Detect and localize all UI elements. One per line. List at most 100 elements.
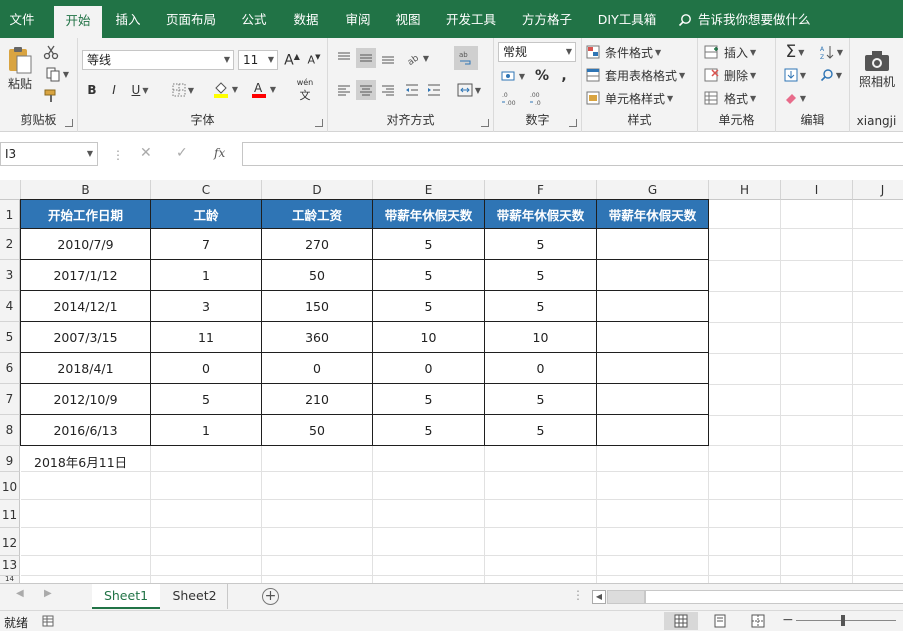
font-name-select[interactable]: 等线 ▼ xyxy=(82,50,234,70)
row-header-1[interactable]: 1 xyxy=(0,200,20,229)
table-cell[interactable] xyxy=(596,383,709,415)
sort-filter-button[interactable]: A Z ▼ xyxy=(816,42,846,62)
align-center-button[interactable] xyxy=(356,80,376,100)
alignment-launcher-icon[interactable] xyxy=(481,119,489,127)
normal-view-button[interactable] xyxy=(664,612,698,630)
sheet-tab-sheet1[interactable]: Sheet1 xyxy=(92,584,160,609)
increase-decimal-button[interactable]: .0.00 xyxy=(498,88,522,108)
fill-button[interactable]: ▼ xyxy=(780,65,810,85)
column-header-j[interactable]: J xyxy=(853,180,903,200)
align-left-button[interactable] xyxy=(334,80,354,100)
row-header-8[interactable]: 8 xyxy=(0,415,20,446)
accounting-format-button[interactable]: ▼ xyxy=(498,66,528,86)
header-cell-leave-days-f[interactable]: 带薪年休假天数 xyxy=(484,199,597,229)
row-header-4[interactable]: 4 xyxy=(0,291,20,322)
table-cell[interactable]: 5 xyxy=(484,290,597,322)
table-cell[interactable]: 0 xyxy=(372,352,485,384)
insert-function-button[interactable]: fx xyxy=(214,146,225,160)
tab-review[interactable]: 审阅 xyxy=(338,0,378,38)
percent-button[interactable]: % xyxy=(532,66,552,86)
decrease-font-button[interactable]: A▼ xyxy=(304,50,324,70)
cell-styles-button[interactable]: 单元格样式 ▼ xyxy=(586,88,694,108)
wrap-text-button[interactable]: ab xyxy=(454,46,478,70)
table-cell[interactable]: 50 xyxy=(261,259,373,291)
format-cells-button[interactable]: 格式 ▼ xyxy=(704,88,774,108)
scroll-left-icon[interactable]: ◀ xyxy=(592,590,606,604)
select-all-corner[interactable] xyxy=(0,180,21,200)
tab-split-grip-icon[interactable]: ⋮ xyxy=(572,588,584,602)
table-cell[interactable]: 1 xyxy=(150,414,262,446)
underline-button[interactable]: U ▼ xyxy=(126,80,154,100)
table-cell[interactable] xyxy=(596,352,709,384)
header-cell-leave-days-e[interactable]: 带薪年休假天数 xyxy=(372,199,485,229)
name-box[interactable]: I3 ▼ xyxy=(0,142,98,166)
format-painter-button[interactable] xyxy=(40,86,62,106)
autosum-button[interactable]: Σ ▼ xyxy=(780,42,810,62)
column-header-d[interactable]: D xyxy=(262,180,373,200)
table-cell[interactable] xyxy=(596,321,709,353)
tab-home[interactable]: 开始 xyxy=(54,6,102,38)
italic-button[interactable]: I xyxy=(104,80,124,100)
table-cell[interactable]: 3 xyxy=(150,290,262,322)
cancel-icon[interactable]: ✕ xyxy=(140,145,152,161)
tab-fangfanggezi[interactable]: 方方格子 xyxy=(516,0,578,38)
row-header-12[interactable]: 12 xyxy=(0,528,20,556)
tell-me-search[interactable]: 告诉我你想要做什么 xyxy=(678,0,811,38)
row-header-7[interactable]: 7 xyxy=(0,384,20,415)
table-cell[interactable]: 270 xyxy=(261,228,373,260)
row-header-14[interactable]: 14 xyxy=(0,576,20,583)
header-cell-leave-days-g[interactable]: 带薪年休假天数 xyxy=(596,199,709,229)
table-cell[interactable]: 10 xyxy=(484,321,597,353)
table-cell[interactable]: 2007/3/15 xyxy=(20,321,151,353)
tab-view[interactable]: 视图 xyxy=(388,0,428,38)
horizontal-scrollbar[interactable] xyxy=(645,590,903,604)
tab-developer[interactable]: 开发工具 xyxy=(440,0,502,38)
clipboard-launcher-icon[interactable] xyxy=(65,119,73,127)
column-header-f[interactable]: F xyxy=(485,180,597,200)
merge-center-button[interactable]: ▼ xyxy=(452,80,486,100)
header-cell-seniority-pay[interactable]: 工龄工资 xyxy=(261,199,373,229)
formula-input[interactable] xyxy=(242,142,903,166)
row-header-2[interactable]: 2 xyxy=(0,229,20,260)
clear-button[interactable]: ▼ xyxy=(780,88,810,108)
page-break-view-icon[interactable] xyxy=(751,614,765,628)
row-header-11[interactable]: 11 xyxy=(0,500,20,528)
add-sheet-icon[interactable]: + xyxy=(262,588,279,605)
table-cell[interactable] xyxy=(596,290,709,322)
table-cell[interactable]: 5 xyxy=(372,290,485,322)
fill-color-button[interactable]: ▼ xyxy=(208,78,242,100)
font-size-select[interactable]: 11 ▼ xyxy=(238,50,278,70)
column-header-b[interactable]: B xyxy=(21,180,151,200)
phonetic-button[interactable]: wén 文 xyxy=(290,78,320,102)
tab-formulas[interactable]: 公式 xyxy=(234,0,274,38)
row-header-10[interactable]: 10 xyxy=(0,472,20,500)
header-cell-seniority[interactable]: 工龄 xyxy=(150,199,262,229)
zoom-slider-thumb[interactable] xyxy=(841,615,845,626)
horizontal-scroll-thumb[interactable] xyxy=(607,590,645,604)
decrease-indent-button[interactable] xyxy=(402,80,422,100)
table-cell[interactable]: 5 xyxy=(484,414,597,446)
tab-file[interactable]: 文件 xyxy=(0,0,44,38)
page-layout-view-icon[interactable] xyxy=(713,614,727,628)
cut-button[interactable] xyxy=(40,42,62,62)
table-cell[interactable]: 2016/6/13 xyxy=(20,414,151,446)
find-select-button[interactable]: ▼ xyxy=(816,65,846,85)
table-cell[interactable]: 2014/12/1 xyxy=(20,290,151,322)
next-sheet-icon[interactable]: ▶ xyxy=(44,588,52,599)
table-cell[interactable]: 5 xyxy=(372,383,485,415)
row-header-13[interactable]: 13 xyxy=(0,556,20,576)
increase-indent-button[interactable] xyxy=(424,80,444,100)
cell-b9-date[interactable]: 2018年6月11日 xyxy=(34,452,127,471)
align-middle-button[interactable] xyxy=(356,48,376,68)
row-header-3[interactable]: 3 xyxy=(0,260,20,291)
bold-button[interactable]: B xyxy=(82,80,102,100)
border-button[interactable]: ▼ xyxy=(168,80,198,100)
font-color-button[interactable]: A ▼ xyxy=(246,78,280,100)
macro-record-icon[interactable] xyxy=(42,615,56,628)
number-format-select[interactable]: 常规 ▼ xyxy=(498,42,576,62)
tab-page-layout[interactable]: 页面布局 xyxy=(160,0,222,38)
table-cell[interactable]: 5 xyxy=(484,259,597,291)
table-cell[interactable]: 1 xyxy=(150,259,262,291)
row-header-6[interactable]: 6 xyxy=(0,353,20,384)
align-top-button[interactable] xyxy=(334,48,354,68)
